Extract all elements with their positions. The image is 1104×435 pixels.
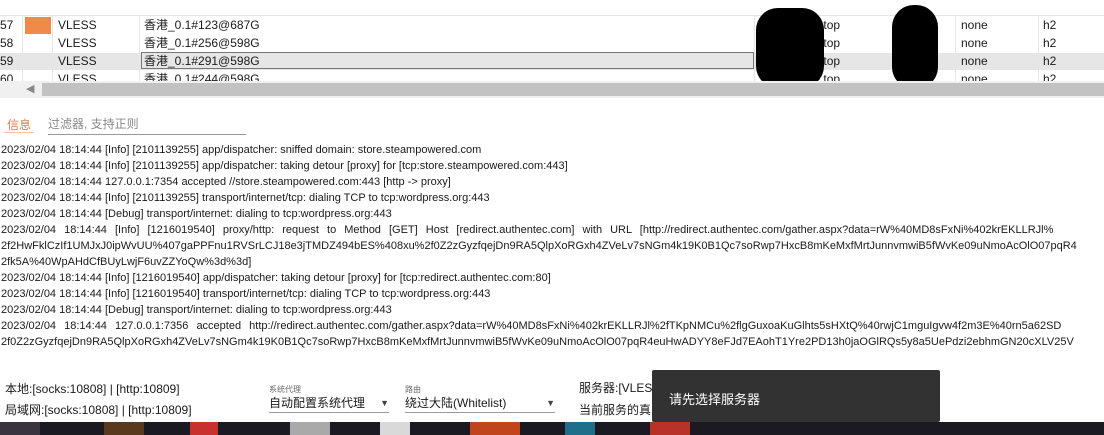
table-row[interactable]: 57 VLESS 香港_0.1#123@687G ode.top none h2 xyxy=(0,17,1104,34)
chevron-down-icon: ▼ xyxy=(546,398,555,408)
row-name: 香港_0.1#256@598G xyxy=(144,36,260,50)
log-line: 2023/02/04 18:14:44 [Debug] transport/in… xyxy=(1,304,392,316)
row-index: 57 xyxy=(0,18,14,32)
scrollbar-thumb[interactable] xyxy=(42,83,1104,96)
log-line: 2f2HwFklCzIf1UMJxJ0ipWvUU%407gaPPFnu1RVS… xyxy=(1,240,1077,252)
row-color-swatch xyxy=(25,17,51,34)
row-index: 58 xyxy=(0,36,14,50)
background-image xyxy=(380,422,410,435)
background-image xyxy=(0,422,40,435)
redaction-mark xyxy=(756,8,824,88)
chevron-down-icon: ▼ xyxy=(380,398,389,408)
log-line: 2023/02/04 18:14:44 [Debug] transport/in… xyxy=(1,208,392,220)
sysproxy-select[interactable]: 自动配置系统代理 ▼ xyxy=(269,394,389,413)
row-network: h2 xyxy=(1043,54,1057,68)
local-port-status: 本地:[socks:10808] | [http:10809] xyxy=(5,382,180,396)
toast-notification: 请先选择服务器 xyxy=(652,370,940,422)
background-image xyxy=(470,422,520,435)
scroll-left-icon[interactable]: ◀ xyxy=(26,81,34,98)
row-type: VLESS xyxy=(58,18,97,32)
log-line: 2023/02/04 18:14:44 [Info] [1216019540] … xyxy=(1,224,1054,236)
log-line: 2023/02/04 18:14:44 [Info] [1216019540] … xyxy=(1,288,491,300)
toast-message: 请先选择服务器 xyxy=(669,392,761,407)
row-security: none xyxy=(961,18,988,32)
row-type: VLESS xyxy=(58,54,97,68)
server-status: 服务器:[VLESS xyxy=(579,381,661,395)
row-name: 香港_0.1#123@687G xyxy=(144,18,260,32)
server-table[interactable]: 57 VLESS 香港_0.1#123@687G ode.top none h2… xyxy=(0,15,1104,84)
log-line: 2fk5A%40WpAHdCfBUyLwjF6uvZZYoQw%3d%3d] xyxy=(1,256,252,268)
row-network: h2 xyxy=(1043,18,1057,32)
horizontal-scrollbar[interactable]: ◀ xyxy=(0,81,1104,98)
row-network: h2 xyxy=(1043,36,1057,50)
routing-value: 绕过大陆(Whitelist) xyxy=(405,396,507,410)
background-image xyxy=(104,422,144,435)
tab-underline xyxy=(4,132,34,133)
log-line: 2023/02/04 18:14:44 [Info] [2101139255] … xyxy=(1,160,568,172)
row-security: none xyxy=(961,54,988,68)
sysproxy-value: 自动配置系统代理 xyxy=(269,396,366,410)
background-image xyxy=(190,422,218,435)
desktop-background-strip xyxy=(0,422,1104,435)
log-line: 2023/02/04 18:14:44 [Info] [2101139255] … xyxy=(1,144,482,156)
background-image xyxy=(290,422,330,435)
routing-select[interactable]: 绕过大陆(Whitelist) ▼ xyxy=(405,394,555,413)
tab-info[interactable]: 信息 xyxy=(7,116,31,133)
row-security: none xyxy=(961,36,988,50)
row-index: 59 xyxy=(0,54,14,68)
selected-cell-outline xyxy=(141,52,754,69)
log-line: 2023/02/04 18:14:44 127.0.0.1:7354 accep… xyxy=(1,176,451,188)
log-line: 2023/02/04 18:14:44 [Info] [1216019540] … xyxy=(1,272,551,284)
log-output[interactable]: 2023/02/04 18:14:44 [Info] [2101139255] … xyxy=(0,142,1104,352)
redaction-mark xyxy=(892,5,938,89)
background-image xyxy=(650,422,690,435)
log-line: 2023/02/04 18:14:44 [Info] [2101139255] … xyxy=(1,192,490,204)
table-row[interactable]: 58 VLESS 香港_0.1#256@598G ode.top none h2 xyxy=(0,35,1104,52)
row-type: VLESS xyxy=(58,36,97,50)
log-filter-input[interactable] xyxy=(48,114,246,135)
current-server-status: 当前服务的真 xyxy=(579,403,652,417)
log-line: 2023/02/04 18:14:44 127.0.0.1:7356 accep… xyxy=(1,320,1062,332)
lan-port-status: 局域网:[socks:10808] | [http:10809] xyxy=(5,403,192,417)
background-image xyxy=(565,422,595,435)
log-line: 2f0Z2zGyzfqejDn9RA5QlpXoRGxh4ZVeLv7sNGm4… xyxy=(1,336,1074,348)
